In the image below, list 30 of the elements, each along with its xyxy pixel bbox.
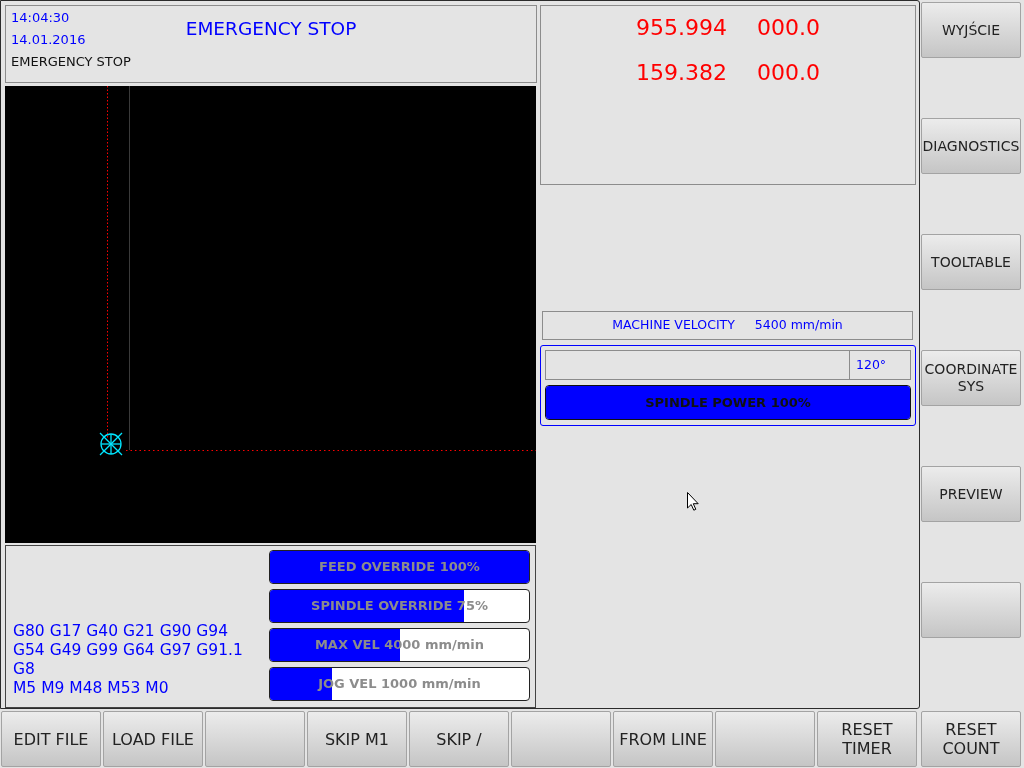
command-button[interactable]: TOOLTABLE bbox=[921, 234, 1021, 290]
command-button[interactable]: RESET COUNT bbox=[921, 711, 1021, 767]
title-text: EMERGENCY STOP bbox=[185, 18, 357, 40]
coordinate-value: 000.0 bbox=[757, 14, 820, 42]
command-button[interactable]: PREVIEW bbox=[921, 466, 1021, 522]
coordinate-value: 000.0 bbox=[757, 59, 820, 87]
coordinate-value: 955.994 bbox=[636, 14, 727, 42]
command-button[interactable]: SKIP / bbox=[409, 711, 509, 767]
machine-status-text: EMERGENCY STOP bbox=[11, 53, 131, 71]
command-button[interactable]: SKIP M1 bbox=[307, 711, 407, 767]
tool-marker-icon bbox=[99, 432, 123, 456]
date-text: 14.01.2016 bbox=[11, 31, 87, 49]
command-button[interactable]: EDIT FILE bbox=[1, 711, 101, 767]
time-text: 14:04:30 bbox=[11, 9, 71, 27]
command-button[interactable]: FROM LINE bbox=[613, 711, 713, 767]
command-button[interactable]: DIAGNOSTICS bbox=[921, 118, 1021, 174]
mouse-pointer-icon bbox=[687, 492, 699, 511]
blank-button[interactable] bbox=[205, 711, 305, 767]
modal-codes-text: G80 G17 G40 G21 G90 G94 G54 G49 G99 G64 G97 G91.1 G8 M5 M9 M48 M53 M0 bbox=[12, 622, 244, 699]
blank-button[interactable] bbox=[715, 711, 815, 767]
command-button[interactable]: COORDINATE SYS bbox=[921, 350, 1021, 406]
command-button[interactable]: WYJŚCIE bbox=[921, 2, 1021, 58]
blank-button[interactable] bbox=[511, 711, 611, 767]
coordinate-value: 159.382 bbox=[636, 59, 727, 87]
command-button[interactable]: LOAD FILE bbox=[103, 711, 203, 767]
command-button[interactable]: RESET TIMER bbox=[817, 711, 917, 767]
blank-button[interactable] bbox=[921, 582, 1021, 638]
velocity-label: MACHINE VELOCITY bbox=[612, 316, 735, 335]
spindle-angle-field: 120° bbox=[850, 350, 911, 380]
velocity-value: 5400 mm/min bbox=[754, 316, 843, 335]
